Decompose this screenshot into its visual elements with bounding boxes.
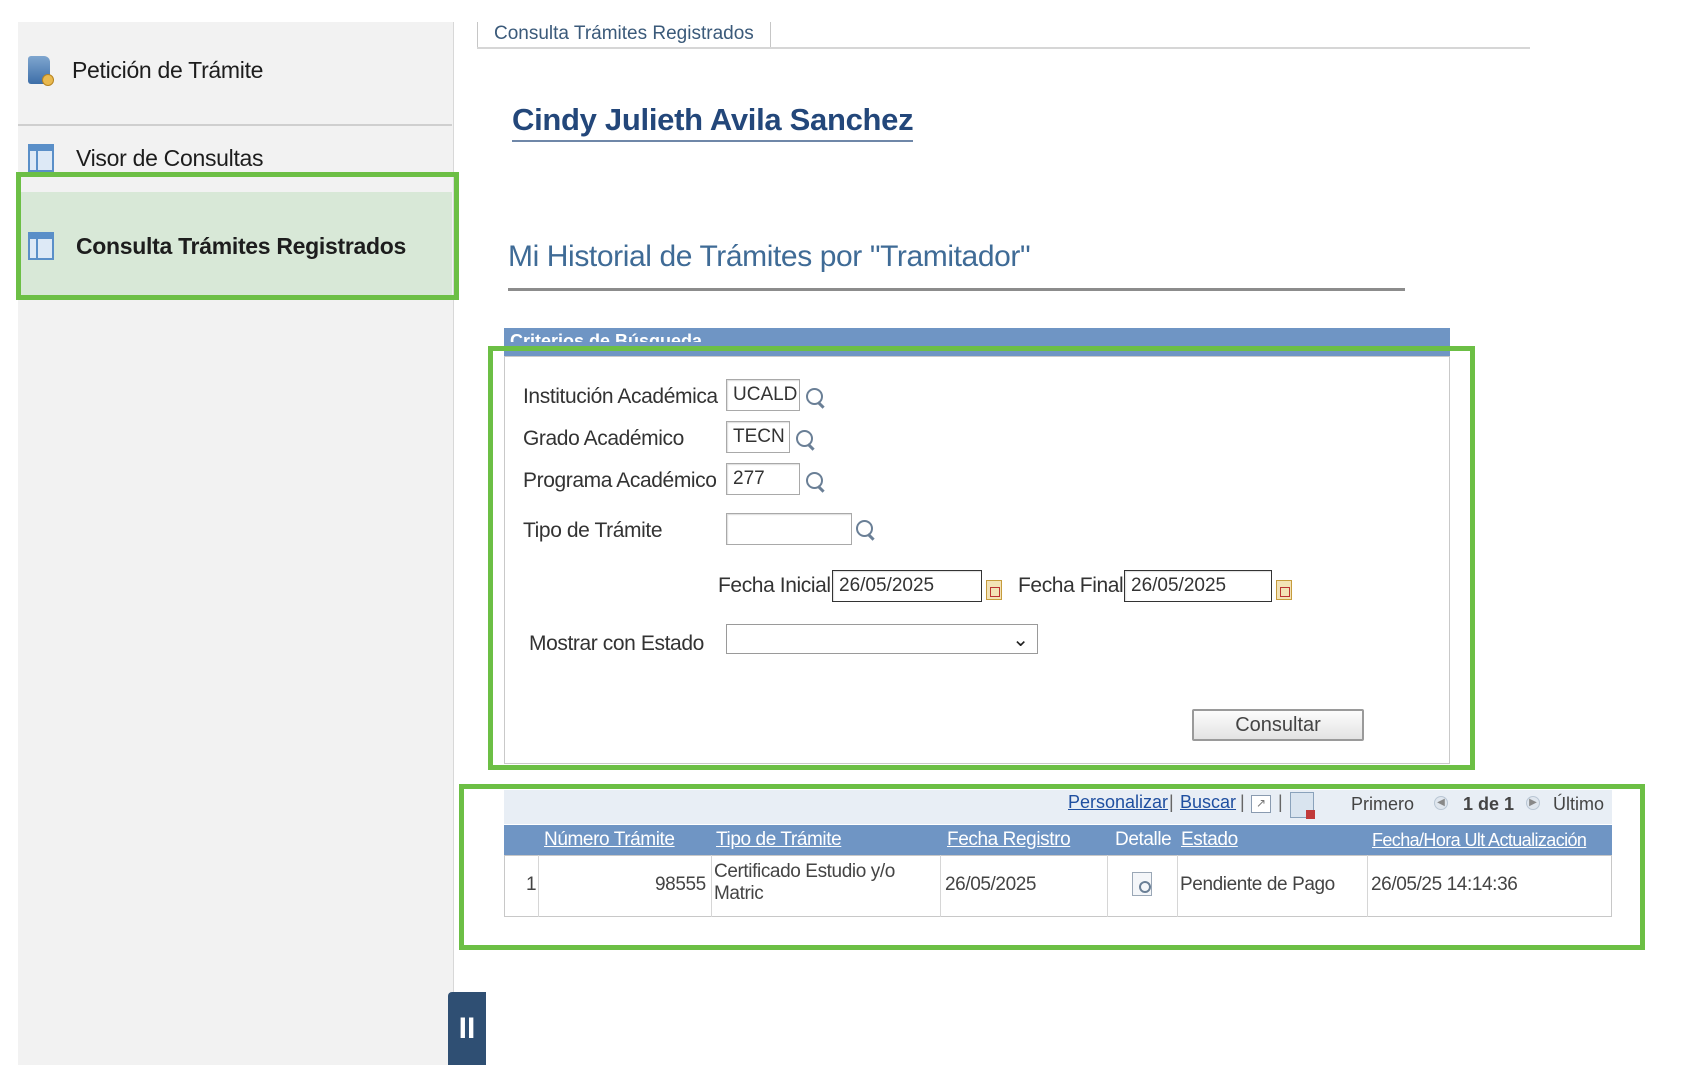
- criteria-header-label: Criterios de Búsqueda: [510, 331, 703, 342]
- tab-divider: [477, 47, 1530, 49]
- screenshot-frame: Petición de Trámite Visor de Consultas C…: [0, 0, 1685, 1065]
- title-divider: [508, 288, 1405, 291]
- document-icon: [28, 56, 54, 86]
- sidebar-item-peticion-tramite[interactable]: Petición de Trámite: [18, 40, 452, 100]
- highlight-box-criteria: [488, 346, 1475, 770]
- sidebar-item-label: Visor de Consultas: [76, 144, 264, 171]
- user-name: Cindy Julieth Avila Sanchez: [512, 102, 914, 142]
- window-icon: [28, 144, 54, 172]
- sidebar-item-label: Petición de Trámite: [72, 56, 264, 83]
- highlight-box-grid: [459, 784, 1645, 950]
- collapse-handle[interactable]: II: [448, 992, 486, 1065]
- tab-consulta-tramites[interactable]: Consulta Trámites Registrados: [477, 22, 771, 48]
- pause-icon: II: [458, 1011, 476, 1045]
- highlight-box-sidebar: [16, 172, 459, 300]
- page-title: Mi Historial de Trámites por "Tramitador…: [508, 240, 1031, 273]
